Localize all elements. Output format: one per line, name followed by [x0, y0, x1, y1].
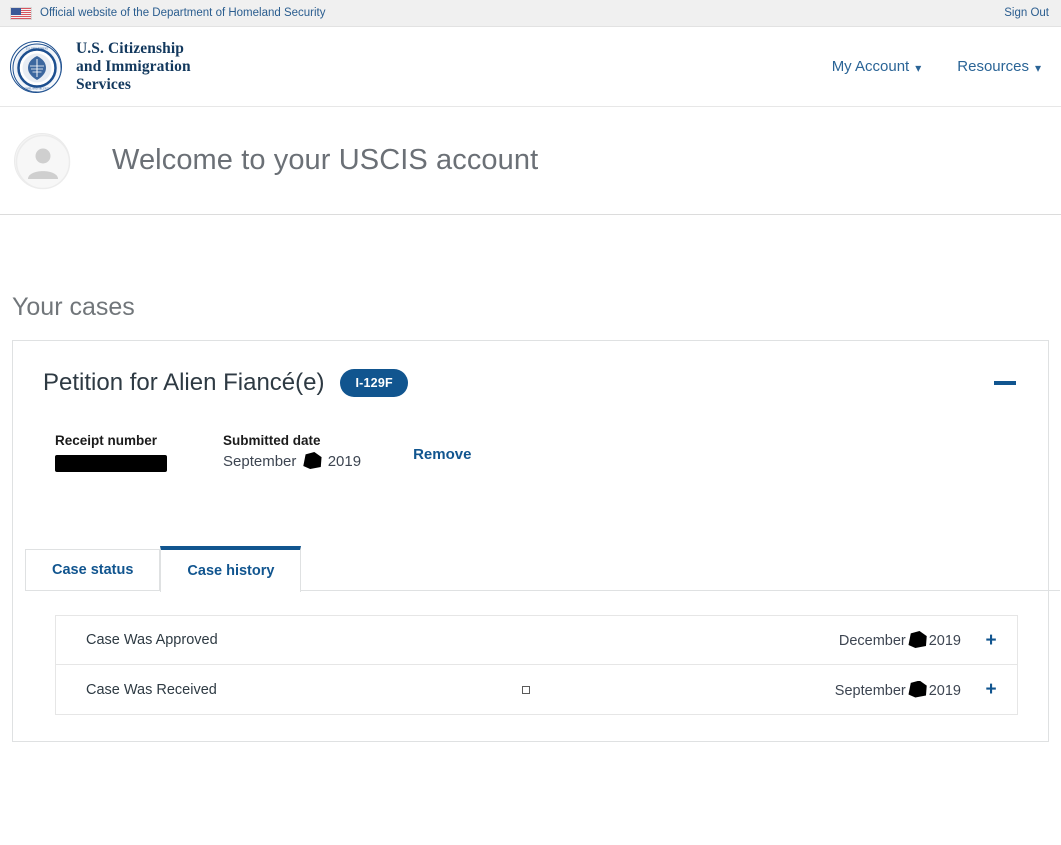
page-title: Welcome to your USCIS account: [112, 144, 539, 176]
tab-case-history-label: Case history: [187, 563, 275, 579]
table-row[interactable]: Case Was Received September 2019 +: [56, 665, 1017, 714]
case-card-header: Petition for Alien Fiancé(e) I-129F: [13, 341, 1048, 397]
government-banner: Official website of the Department of Ho…: [0, 0, 1061, 27]
submitted-date-year: 2019: [327, 453, 362, 470]
history-event-label: Case Was Received: [86, 681, 217, 698]
page-body: Your cases Petition for Alien Fiancé(e) …: [0, 293, 1061, 742]
history-event-date: September 2019: [834, 680, 961, 699]
section-title: Your cases: [12, 293, 135, 321]
agency-name-line-2: and Immigration: [76, 57, 191, 75]
case-title: Petition for Alien Fiancé(e): [43, 369, 325, 396]
receipt-number-field: Receipt number: [55, 433, 167, 473]
nav-item-my-account-label: My Account: [831, 58, 910, 75]
table-row[interactable]: Case Was Approved December 2019 +: [56, 616, 1017, 665]
main-navigation: My Account ▾ Resources ▾: [832, 58, 1041, 75]
case-history-list: Case Was Approved December 2019 + Case Wa…: [55, 615, 1018, 715]
missing-glyph-box-icon: [521, 685, 530, 694]
redaction-blob: [908, 680, 927, 698]
agency-name-line-3: Services: [76, 75, 132, 93]
case-card: Petition for Alien Fiancé(e) I-129F Rece…: [12, 340, 1060, 742]
nav-item-resources[interactable]: Resources ▾: [957, 58, 1041, 75]
agency-name: U.S. Citizenship and Immigration Service…: [76, 40, 191, 94]
uscis-logo[interactable]: U.S. DEPARTMENT HOMELAND SECURITY U.S. C…: [10, 40, 191, 94]
svg-text:HOMELAND SECURITY: HOMELAND SECURITY: [23, 87, 51, 90]
remove-case-button[interactable]: Remove: [413, 446, 471, 463]
case-tabs: Case status Case history: [25, 546, 1060, 592]
redaction-blob: [908, 631, 927, 648]
welcome-strip: Welcome to your USCIS account: [0, 107, 1061, 215]
history-event-date: December 2019: [839, 631, 961, 649]
case-history-panel: Case Was Approved December 2019 + Case Wa…: [13, 591, 1048, 715]
history-event-label: Case Was Approved: [86, 632, 218, 648]
nav-item-resources-label: Resources: [957, 58, 1029, 75]
chevron-down-icon: ▾: [915, 60, 922, 75]
submitted-date-field: Submitted date September 2019: [223, 433, 361, 470]
redaction-blob: [303, 452, 322, 469]
svg-text:U.S. DEPARTMENT: U.S. DEPARTMENT: [26, 47, 49, 50]
agency-name-line-1: U.S. Citizenship: [76, 39, 184, 57]
history-event-year: 2019: [928, 682, 961, 699]
submitted-date-value: September 2019: [223, 452, 361, 470]
submitted-date-label: Submitted date: [223, 433, 321, 448]
tab-case-status[interactable]: Case status: [25, 549, 161, 591]
user-avatar-icon: [14, 132, 71, 189]
plus-icon[interactable]: +: [983, 680, 999, 699]
dhs-seal-icon: U.S. DEPARTMENT HOMELAND SECURITY: [10, 40, 62, 93]
site-masthead: U.S. DEPARTMENT HOMELAND SECURITY U.S. C…: [0, 27, 1061, 107]
plus-icon[interactable]: +: [983, 631, 999, 650]
case-meta-row: Receipt number Submitted date September …: [13, 397, 1048, 473]
form-type-badge[interactable]: I-129F: [340, 369, 408, 397]
history-event-year: 2019: [928, 633, 961, 649]
receipt-number-label: Receipt number: [55, 433, 158, 448]
receipt-number-value: [55, 452, 167, 473]
chevron-down-icon: ▾: [1034, 60, 1041, 75]
us-flag-icon: [10, 6, 32, 20]
sign-out-link[interactable]: Sign Out: [1004, 7, 1049, 19]
banner-text: Official website of the Department of Ho…: [40, 7, 326, 19]
redaction-bar: [55, 455, 167, 472]
minus-icon[interactable]: [994, 381, 1016, 385]
tab-case-history[interactable]: Case history: [160, 546, 302, 592]
submitted-date-month: September: [223, 453, 297, 470]
tab-case-status-label: Case status: [52, 562, 134, 578]
history-event-month: December: [838, 633, 906, 649]
nav-item-my-account[interactable]: My Account ▾: [832, 58, 922, 75]
history-event-month: September: [834, 682, 906, 699]
